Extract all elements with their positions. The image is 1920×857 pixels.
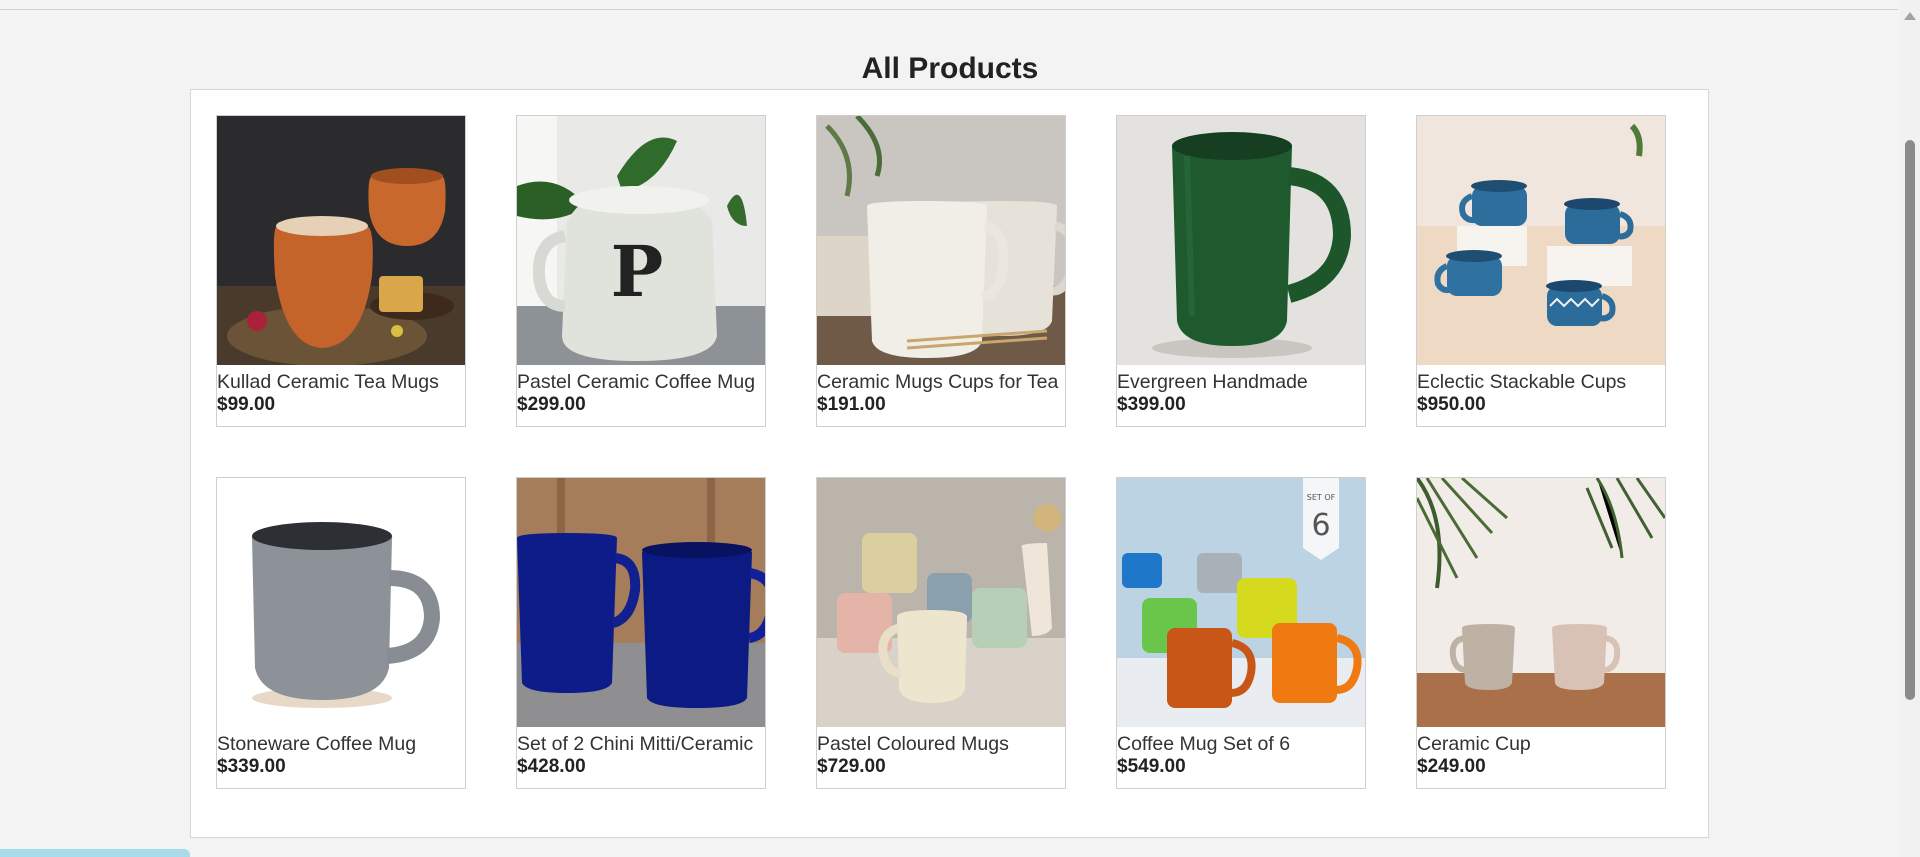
floating-tab[interactable] [0,849,190,857]
badge-number-text: 6 [1311,508,1330,543]
product-image[interactable] [1417,478,1665,727]
product-price: $299.00 [517,394,586,415]
product-price: $249.00 [1417,756,1486,777]
product-name[interactable]: Set of 2 Chini Mitti/Ceramic [517,733,765,755]
page-title: All Products [861,52,1039,85]
vertical-scrollbar[interactable] [1900,0,1920,857]
product-name[interactable]: Pastel Coloured Mugs [817,733,1065,755]
product-name[interactable]: Ceramic Cup [1417,733,1665,755]
product-image[interactable] [817,116,1065,365]
scroll-thumb[interactable] [1905,140,1915,700]
product-price: $428.00 [517,756,586,777]
product-card[interactable]: Eclectic Stackable Cups $950.00 [1416,115,1666,427]
product-name[interactable]: Eclectic Stackable Cups [1417,371,1665,393]
product-card[interactable]: Stoneware Coffee Mug $339.00 [216,477,466,789]
product-card[interactable]: Evergreen Handmade $399.00 [1116,115,1366,427]
product-image[interactable] [1417,116,1665,365]
product-image[interactable] [217,116,465,365]
product-price: $191.00 [817,394,886,415]
product-name[interactable]: Stoneware Coffee Mug [217,733,465,755]
product-image[interactable] [217,478,465,727]
badge-top-text: SET OF [1307,493,1336,502]
product-name[interactable]: Pastel Ceramic Coffee Mug [517,371,765,393]
product-image[interactable]: P [517,116,765,365]
product-image[interactable] [817,478,1065,727]
product-card[interactable]: Set of 2 Chini Mitti/Ceramic $428.00 [516,477,766,789]
product-price: $950.00 [1417,394,1486,415]
product-card[interactable]: SET OF 6 Coffee Mug Set of 6 $549.00 [1116,477,1366,789]
product-image[interactable]: SET OF 6 [1117,478,1365,727]
product-card[interactable]: Ceramic Mugs Cups for Tea $191.00 [816,115,1066,427]
product-price: $399.00 [1117,394,1186,415]
products-panel: Kullad Ceramic Tea Mugs $99.00 P Pastel … [190,89,1709,838]
product-card[interactable]: Pastel Coloured Mugs $729.00 [816,477,1066,789]
product-price: $729.00 [817,756,886,777]
product-image[interactable] [517,478,765,727]
product-card[interactable]: Kullad Ceramic Tea Mugs $99.00 [216,115,466,427]
svg-text:P: P [611,230,664,313]
product-image[interactable] [1117,116,1365,365]
product-price: $549.00 [1117,756,1186,777]
product-name[interactable]: Kullad Ceramic Tea Mugs [217,371,465,393]
product-name[interactable]: Evergreen Handmade [1117,371,1365,393]
product-card[interactable]: P Pastel Ceramic Coffee Mug $299.00 [516,115,766,427]
product-card[interactable]: Ceramic Cup $249.00 [1416,477,1666,789]
product-name[interactable]: Ceramic Mugs Cups for Tea [817,371,1065,393]
product-name[interactable]: Coffee Mug Set of 6 [1117,733,1365,755]
scroll-up-arrow-icon[interactable] [1904,12,1916,20]
top-divider [0,9,1898,10]
product-price: $99.00 [217,394,276,415]
product-grid: Kullad Ceramic Tea Mugs $99.00 P Pastel … [216,115,1666,789]
product-price: $339.00 [217,756,286,777]
